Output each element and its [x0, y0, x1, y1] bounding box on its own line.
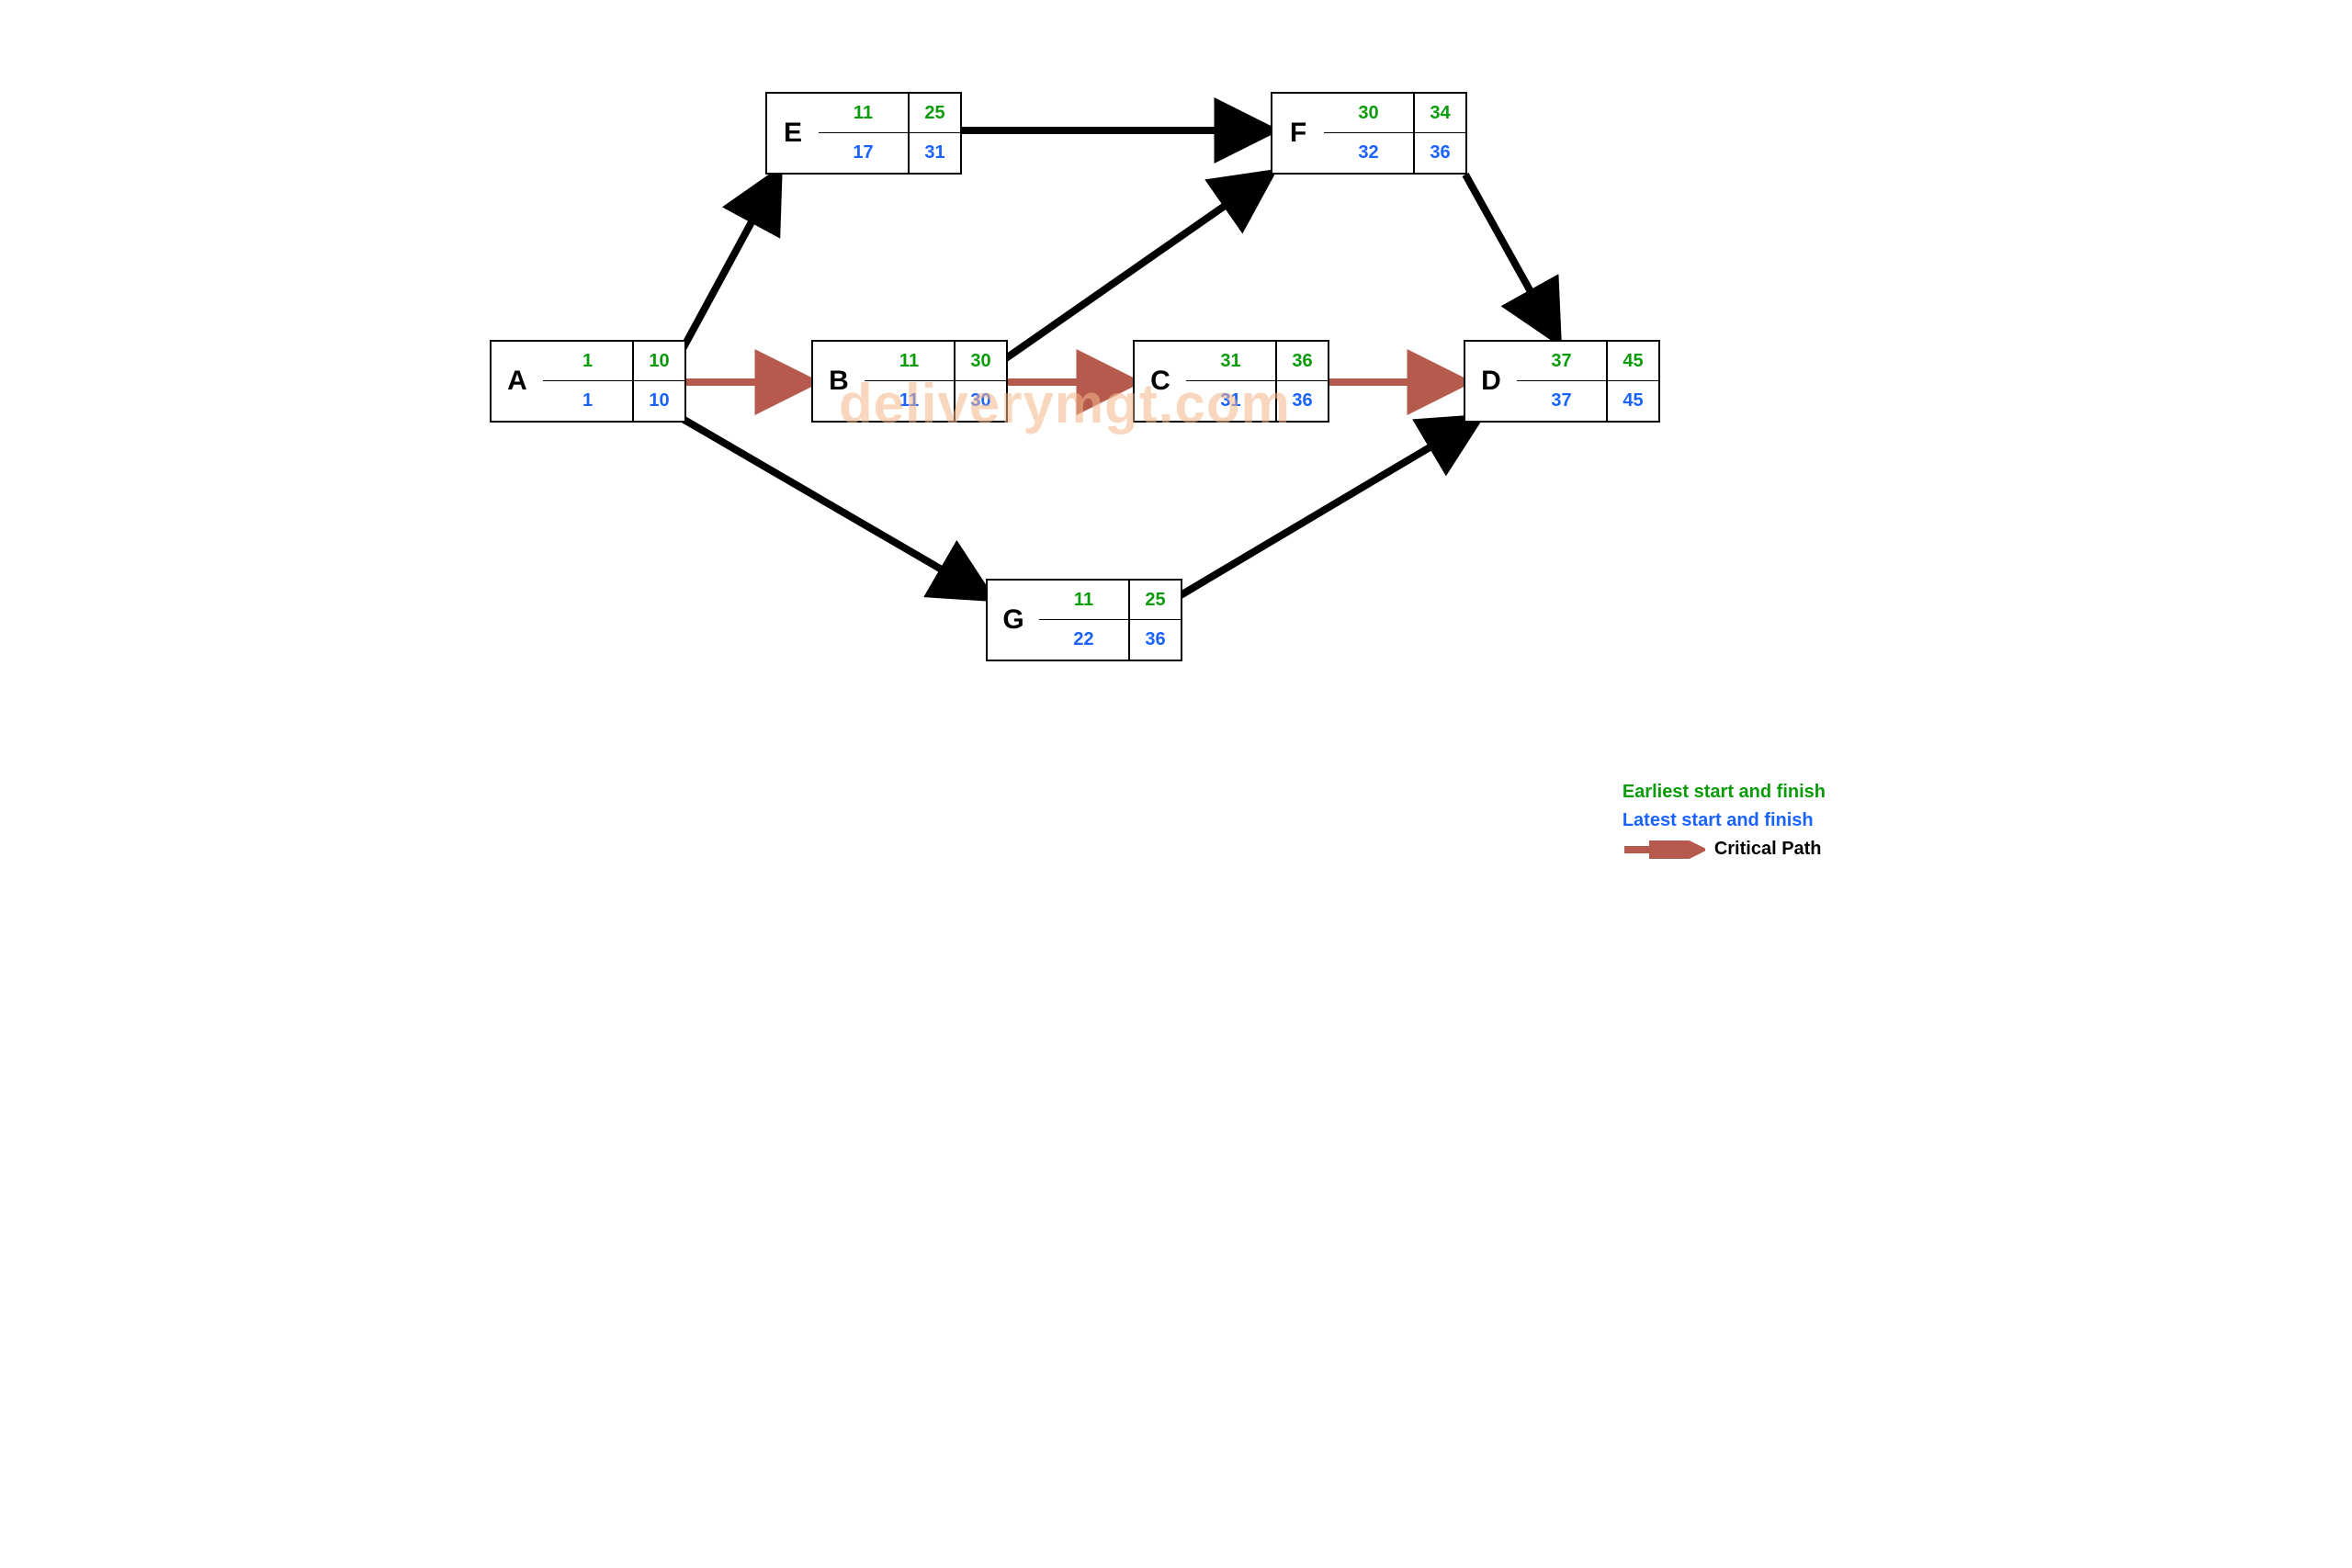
es-value: 11 — [865, 342, 955, 381]
ls-value: 31 — [1186, 381, 1276, 421]
es-value: 30 — [1324, 94, 1414, 133]
ef-value: 34 — [1414, 94, 1465, 133]
lf-value: 36 — [1414, 133, 1465, 173]
activity-label: D — [1465, 342, 1517, 421]
activity-label: F — [1272, 94, 1324, 173]
activity-label: G — [988, 581, 1039, 660]
ls-value: 11 — [865, 381, 955, 421]
legend-critical-label: Critical Path — [1714, 839, 1822, 860]
ef-value: 45 — [1607, 342, 1658, 381]
legend-critical: Critical Path — [1623, 839, 1826, 860]
lf-value: 45 — [1607, 381, 1658, 421]
legend-latest: Latest start and finish — [1623, 810, 1826, 831]
ls-value: 17 — [819, 133, 909, 173]
activity-node-F: 30F 343236 — [1271, 92, 1467, 175]
activity-node-D: 37D 453745 — [1464, 340, 1660, 423]
activity-node-E: 11E 251731 — [765, 92, 962, 175]
activity-node-G: 11G 252236 — [986, 579, 1182, 661]
legend: Earliest start and finish Latest start a… — [1623, 774, 1826, 867]
activity-label: A — [492, 342, 543, 421]
lf-value: 36 — [1276, 381, 1328, 421]
lf-value: 30 — [955, 381, 1006, 421]
ef-value: 25 — [909, 94, 960, 133]
edge-A-E — [683, 176, 776, 349]
es-value: 31 — [1186, 342, 1276, 381]
edge-F-D — [1465, 175, 1555, 336]
es-value: 11 — [819, 94, 909, 133]
activity-node-B: 11B 301130 — [811, 340, 1008, 423]
activity-node-A: 1A 10110 — [490, 340, 686, 423]
ls-value: 1 — [543, 381, 633, 421]
lf-value: 10 — [633, 381, 684, 421]
ls-value: 32 — [1324, 133, 1414, 173]
ls-value: 22 — [1039, 620, 1129, 660]
ef-value: 10 — [633, 342, 684, 381]
legend-earliest: Earliest start and finish — [1623, 782, 1826, 803]
ef-value: 25 — [1129, 581, 1181, 620]
activity-node-C: 31C 363136 — [1133, 340, 1329, 423]
edge-B-F — [1006, 176, 1267, 358]
es-value: 11 — [1039, 581, 1129, 620]
lf-value: 36 — [1129, 620, 1181, 660]
cpm-diagram: 1A1011011E25173111B30113011G25223631C363… — [471, 0, 1881, 941]
ls-value: 37 — [1517, 381, 1607, 421]
ef-value: 30 — [955, 342, 1006, 381]
lf-value: 31 — [909, 133, 960, 173]
activity-label: B — [813, 342, 865, 421]
edge-G-D — [1181, 421, 1475, 595]
es-value: 37 — [1517, 342, 1607, 381]
es-value: 1 — [543, 342, 633, 381]
edge-A-G — [683, 419, 986, 595]
ef-value: 36 — [1276, 342, 1328, 381]
activity-label: C — [1135, 342, 1186, 421]
activity-label: E — [767, 94, 819, 173]
